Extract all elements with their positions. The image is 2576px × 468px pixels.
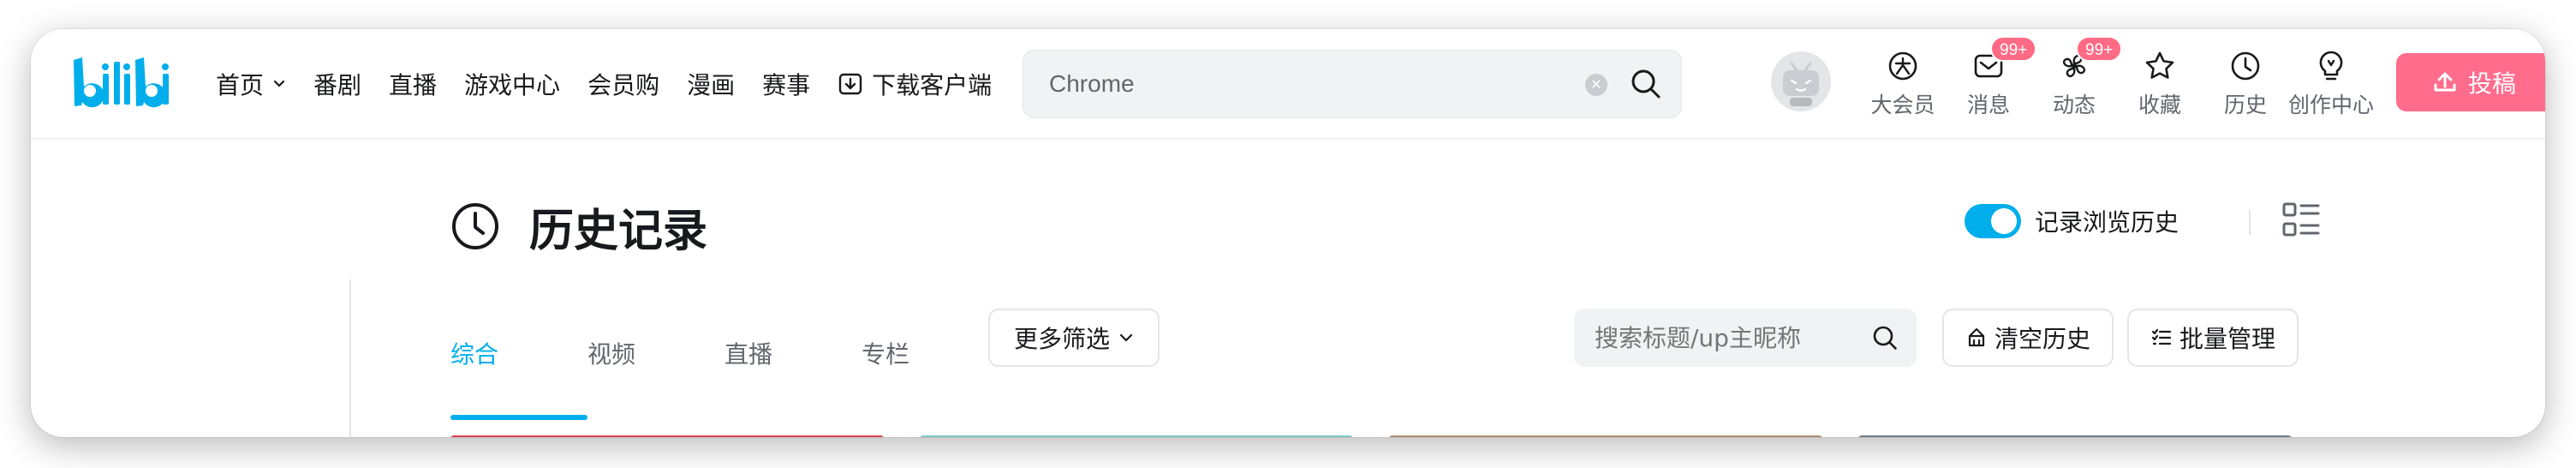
history-card-1-thumbnail[interactable]	[450, 435, 884, 437]
nav-manga[interactable]: 漫画	[687, 67, 735, 101]
tab-live[interactable]: 直播	[724, 336, 862, 399]
entry-vip-label: 大会员	[1870, 93, 1935, 117]
nav-anime-label: 番剧	[313, 71, 362, 99]
search-bar: ✕	[1023, 50, 1682, 118]
batch-manage-label: 批量管理	[2179, 325, 2275, 353]
batch-manage-button[interactable]: 批量管理	[2127, 309, 2299, 367]
broom-icon	[1968, 327, 1985, 347]
toolbar-divider	[2249, 209, 2251, 235]
nav-anime[interactable]: 番剧	[313, 67, 361, 101]
nav-home-label: 首页	[216, 71, 265, 99]
main-nav: 首页 番剧 直播 游戏中心 会员购 漫画 赛事 下载客户端	[216, 29, 1019, 139]
search-icon[interactable]	[1628, 66, 1664, 102]
history-card-4-thumbnail[interactable]	[1858, 435, 2292, 437]
entry-favorites[interactable]: 收藏	[2117, 29, 2203, 139]
history-clock-icon	[452, 203, 498, 249]
nav-member-shop[interactable]: 会员购	[587, 67, 659, 101]
entry-vip[interactable]: 大会员	[1860, 29, 1946, 139]
dynamic-count-badge: 99+	[2076, 36, 2123, 62]
browser-window: 首页 番剧 直播 游戏中心 会员购 漫画 赛事 下载客户端 ✕	[31, 29, 2545, 437]
page-header: 历史记录	[450, 192, 707, 261]
bulb-icon	[2319, 51, 2343, 81]
record-history-setting: 记录浏览历史	[1965, 204, 2179, 238]
search-icon[interactable]	[1870, 323, 1899, 352]
upload-label: 投稿	[2468, 69, 2517, 98]
clear-history-label: 清空历史	[1994, 325, 2090, 353]
nav-member-shop-label: 会员购	[587, 71, 660, 99]
chevron-down-icon	[1119, 333, 1133, 342]
history-card-2-thumbnail[interactable]	[920, 435, 1353, 437]
record-history-label: 记录浏览历史	[2035, 208, 2179, 237]
entry-favorites-label: 收藏	[2138, 93, 2181, 117]
side-divider	[349, 279, 351, 437]
entry-history-label: 历史	[2223, 93, 2267, 117]
nav-download-client[interactable]: 下载客户端	[838, 67, 992, 101]
nav-game-center-label: 游戏中心	[464, 71, 561, 99]
upload-button[interactable]: 投稿	[2396, 53, 2545, 111]
tv-avatar-icon	[1783, 62, 1819, 106]
nav-live-label: 直播	[389, 71, 438, 99]
list-view-icon[interactable]	[2281, 201, 2321, 240]
avatar[interactable]	[1771, 51, 1831, 111]
entry-messages[interactable]: 99+ 消息	[1946, 29, 2037, 139]
entry-dynamic-label: 动态	[2052, 93, 2096, 117]
top-header: 首页 番剧 直播 游戏中心 会员购 漫画 赛事 下载客户端 ✕	[31, 29, 2545, 139]
message-count-badge: 99+	[1990, 36, 2037, 62]
history-search	[1574, 309, 1917, 367]
nav-esports-label: 赛事	[762, 71, 811, 99]
right-entries: 大会员 99+ 消息 99+ 动态 收藏 历史 创作中心	[1860, 29, 2374, 139]
history-search-input[interactable]	[1595, 309, 1869, 367]
more-filter-label: 更多筛选	[1013, 325, 1110, 353]
bilibili-logo[interactable]	[70, 51, 176, 111]
nav-live[interactable]: 直播	[389, 67, 437, 101]
vip-icon	[1888, 51, 1917, 81]
tab-all[interactable]: 综合	[450, 336, 587, 420]
entry-creator-center-label: 创作中心	[2288, 93, 2375, 117]
clear-icon[interactable]: ✕	[1585, 74, 1607, 96]
nav-download-label: 下载客户端	[872, 71, 993, 99]
more-filter-dropdown[interactable]: 更多筛选	[988, 309, 1160, 367]
entry-dynamic[interactable]: 99+ 动态	[2031, 29, 2123, 139]
tab-column[interactable]: 专栏	[862, 336, 947, 399]
upload-icon	[2434, 72, 2456, 92]
entry-messages-label: 消息	[1966, 93, 2010, 117]
nav-esports[interactable]: 赛事	[762, 67, 810, 101]
search-input[interactable]	[1049, 51, 1580, 117]
star-icon	[2145, 51, 2174, 79]
nav-game-center[interactable]: 游戏中心	[464, 67, 560, 101]
page-title: 历史记录	[529, 205, 708, 257]
nav-manga-label: 漫画	[687, 71, 736, 99]
history-tabs: 综合 视频 直播 专栏	[450, 336, 947, 420]
history-card-3-thumbnail[interactable]	[1389, 435, 1822, 437]
record-history-toggle[interactable]	[1965, 204, 2021, 238]
entry-creator-center[interactable]: 创作中心	[2288, 29, 2374, 139]
tab-video[interactable]: 视频	[587, 336, 724, 399]
clear-history-button[interactable]: 清空历史	[1942, 309, 2114, 367]
entry-history[interactable]: 历史	[2203, 29, 2288, 139]
history-icon	[2231, 51, 2260, 81]
chevron-down-icon	[273, 80, 285, 87]
download-icon	[838, 73, 862, 95]
nav-home[interactable]: 首页	[216, 67, 286, 101]
checklist-icon	[2151, 328, 2172, 345]
